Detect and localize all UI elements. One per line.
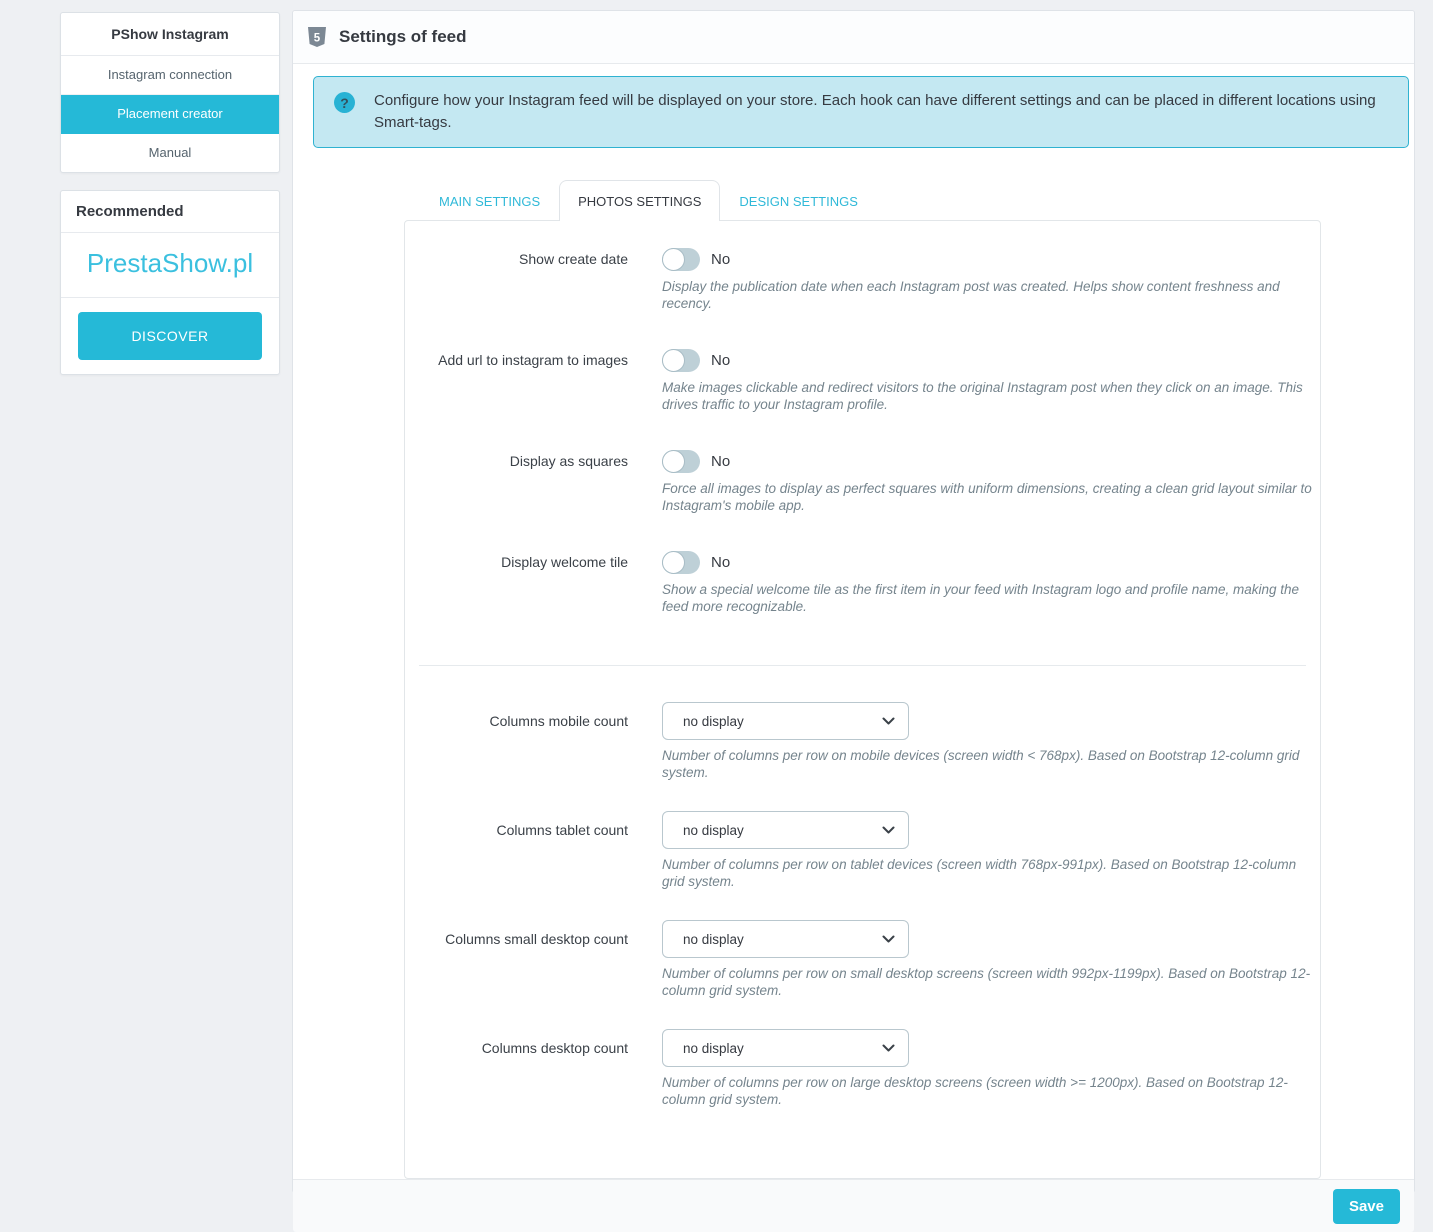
form-row-columns-mobile: Columns mobile count no display Number o… [419,702,1306,781]
select-value: no display [683,1041,744,1056]
question-mark-icon: ? [334,92,355,113]
field-label: Display as squares [419,450,628,473]
settings-panel: 5 Settings of feed ? Configure how your … [292,10,1415,1193]
field-label: Add url to instagram to images [419,349,628,372]
sidebar-item-instagram-connection[interactable]: Instagram connection [61,56,279,95]
field-label: Show create date [419,248,628,271]
columns-tablet-count-select[interactable]: no display [662,811,909,849]
field-label: Columns tablet count [419,811,628,849]
help-text: Display the publication date when each I… [662,278,1322,312]
tab-design-settings[interactable]: DESIGN SETTINGS [720,180,876,221]
recommended-card: Recommended PrestaShow.pl DISCOVER [60,190,280,375]
display-as-squares-toggle[interactable] [662,450,700,473]
form-row-columns-small-desktop: Columns small desktop count no display N… [419,920,1306,999]
toggle-state-label: No [711,554,730,571]
toggle-state-label: No [711,251,730,268]
field-label: Display welcome tile [419,551,628,574]
discover-button-wrap: DISCOVER [61,298,279,374]
help-text: Number of columns per row on tablet devi… [662,856,1322,890]
info-alert: ? Configure how your Instagram feed will… [313,76,1409,148]
form-wrap: MAIN SETTINGS PHOTOS SETTINGS DESIGN SET… [404,180,1321,1179]
select-value: no display [683,714,744,729]
module-title: PShow Instagram [61,13,279,56]
columns-mobile-count-select[interactable]: no display [662,702,909,740]
module-nav-card: PShow Instagram Instagram connection Pla… [60,12,280,173]
form-row-add-url: Add url to instagram to images No Make i… [419,349,1306,413]
panel-body: ? Configure how your Instagram feed will… [293,64,1414,1179]
chevron-down-icon [882,717,895,726]
tab-strip: MAIN SETTINGS PHOTOS SETTINGS DESIGN SET… [404,180,1321,220]
chevron-down-icon [882,826,895,835]
help-text: Number of columns per row on small deskt… [662,965,1322,999]
toggle-knob [662,349,685,372]
columns-small-desktop-count-select[interactable]: no display [662,920,909,958]
help-text: Force all images to display as perfect s… [662,480,1322,514]
form-row-columns-tablet: Columns tablet count no display Number o… [419,811,1306,890]
chevron-down-icon [882,1044,895,1053]
help-text: Number of columns per row on mobile devi… [662,747,1322,781]
tab-main-settings[interactable]: MAIN SETTINGS [420,180,559,221]
photos-settings-form: Show create date No Display the publicat… [404,220,1321,1179]
toggle-state-label: No [711,352,730,369]
tab-photos-settings[interactable]: PHOTOS SETTINGS [559,180,720,221]
chevron-down-icon [882,935,895,944]
toggle-state-label: No [711,453,730,470]
prestashow-link[interactable]: PrestaShow.pl [61,233,279,298]
form-row-columns-desktop: Columns desktop count no display Number … [419,1029,1306,1108]
recommended-title: Recommended [61,191,279,233]
save-button[interactable]: Save [1333,1189,1400,1224]
form-row-display-welcome-tile: Display welcome tile No Show a special w… [419,551,1306,615]
panel-footer: Save [293,1179,1414,1232]
section-divider [419,665,1306,666]
field-label: Columns small desktop count [419,920,628,958]
field-label: Columns mobile count [419,702,628,740]
select-value: no display [683,823,744,838]
toggle-knob [662,450,685,473]
html5-icon: 5 [307,26,327,48]
svg-text:5: 5 [314,33,321,45]
page-title: Settings of feed [339,27,467,47]
help-text: Make images clickable and redirect visit… [662,379,1322,413]
select-value: no display [683,932,744,947]
discover-button[interactable]: DISCOVER [78,312,262,360]
sidebar-item-placement-creator[interactable]: Placement creator [61,95,279,134]
sidebar-item-manual[interactable]: Manual [61,134,279,172]
help-text: Number of columns per row on large deskt… [662,1074,1322,1108]
field-label: Columns desktop count [419,1029,628,1067]
toggle-knob [662,551,685,574]
toggle-knob [662,248,685,271]
add-url-toggle[interactable] [662,349,700,372]
form-row-show-create-date: Show create date No Display the publicat… [419,248,1306,312]
help-text: Show a special welcome tile as the first… [662,581,1322,615]
panel-header: 5 Settings of feed [293,11,1414,64]
form-row-display-as-squares: Display as squares No Force all images t… [419,450,1306,514]
info-alert-text: Configure how your Instagram feed will b… [374,90,1376,134]
show-create-date-toggle[interactable] [662,248,700,271]
columns-desktop-count-select[interactable]: no display [662,1029,909,1067]
display-welcome-tile-toggle[interactable] [662,551,700,574]
